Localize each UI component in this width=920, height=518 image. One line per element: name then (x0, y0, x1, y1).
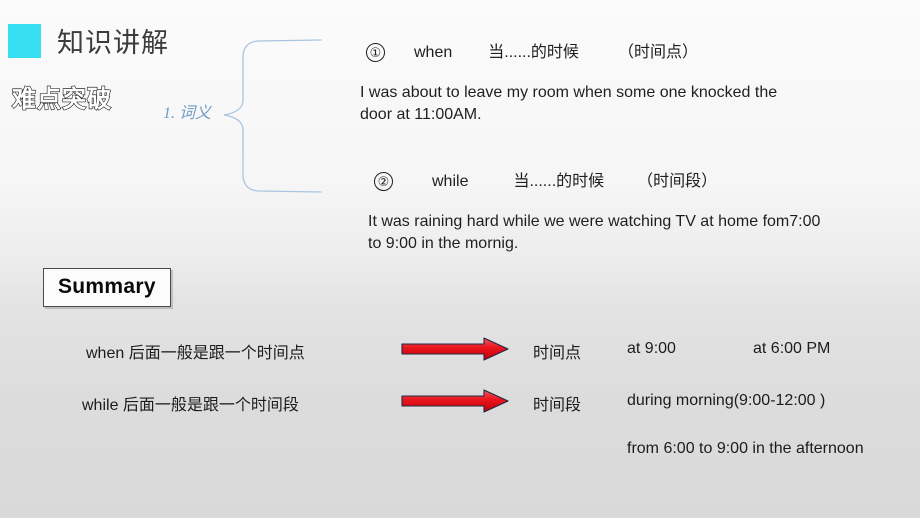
meaning-while: 当......的时候 (513, 173, 605, 190)
note-while: （时间段） (637, 173, 718, 190)
summary-type-while: 时间段 (533, 397, 582, 414)
meaning-when: 当......的时候 (488, 44, 579, 61)
summary-example-when-b: at 6:00 PM (753, 340, 831, 357)
keyword-while: while (432, 173, 469, 190)
summary-example-while-a: during morning(9:00-12:00 ) (627, 392, 826, 409)
summary-example-when-a: at 9:00 (627, 340, 676, 357)
slide-canvas: 知识讲解 难点突破 1. 词义 ① when 当......的时候 （时间点） … (0, 0, 920, 518)
definition-row-when: ① when 当......的时候 （时间点） (366, 38, 698, 62)
definition-row-while: ② while 当......的时候 （时间段） (374, 167, 717, 191)
keyword-when: when (414, 44, 453, 61)
subtopic-label: 1. 词义 (163, 105, 212, 122)
summary-rule-when: when 后面一般是跟一个时间点 (86, 345, 305, 362)
summary-title-box: Summary (43, 268, 171, 307)
brace-connector-icon (223, 39, 322, 193)
summary-title-label: Summary (58, 275, 156, 298)
summary-example-while-b: from 6:00 to 9:00 in the afternoon (627, 440, 864, 457)
red-arrow-icon-2 (401, 389, 509, 413)
note-when: （时间点） (617, 44, 698, 61)
list-number-2: ② (374, 172, 393, 191)
summary-rule-while: while 后面一般是跟一个时间段 (82, 397, 299, 414)
red-arrow-icon-1 (401, 337, 509, 361)
accent-square-decoration (8, 24, 41, 58)
summary-type-when: 时间点 (533, 345, 582, 362)
section-heading: 难点突破 (11, 85, 112, 113)
list-number-1: ① (366, 43, 385, 62)
page-title: 知识讲解 (57, 28, 169, 58)
example-sentence-when: I was about to leave my room when some o… (360, 84, 778, 123)
example-sentence-while: It was raining hard while we were watchi… (368, 213, 821, 252)
